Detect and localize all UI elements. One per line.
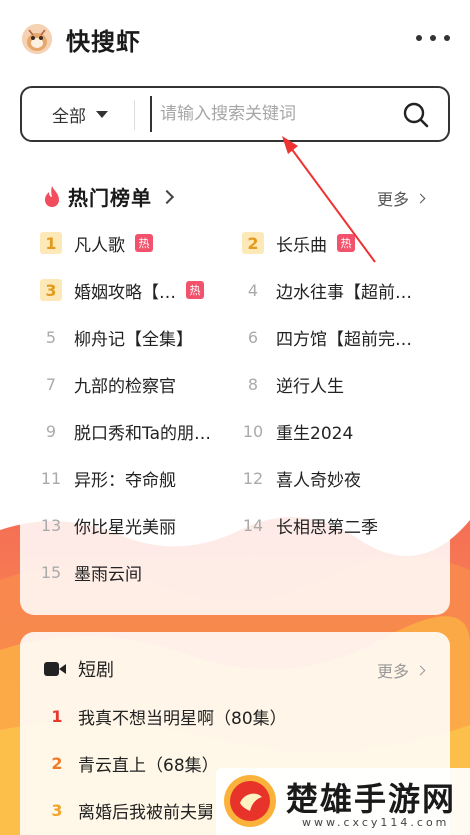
search-input[interactable] [150, 96, 390, 132]
rank-number: 7 [45, 374, 57, 394]
chevron-right-icon [415, 193, 426, 203]
short-drama-more-link[interactable]: 更多 [376, 658, 426, 682]
rank-number: 6 [247, 327, 259, 347]
watermark-url: www.cxcy114.com [302, 816, 450, 829]
short-drama-rank: 2 [51, 753, 63, 773]
site-watermark: 楚雄手游网 www.cxcy114.com [216, 768, 470, 835]
watermark-name: 楚雄手游网 [286, 780, 457, 818]
short-drama-name: 离婚后我被前夫舅 [78, 802, 214, 823]
hot-list-item[interactable]: 5 柳舟记【全集】 [40, 322, 193, 352]
hot-list-section: 热门榜单 更多 1 凡人歌热 2 长乐曲热 3 婚姻攻略【… 热 4 边水往事【超前… 5 柳舟记【… [20, 170, 450, 615]
hot-list-item[interactable]: 1 凡人歌热 [40, 228, 153, 258]
chevron-right-icon [415, 665, 426, 675]
rank-title: 墨雨云间 [74, 564, 142, 585]
hot-list-item[interactable]: 11 异形：夺命舰 [40, 463, 176, 493]
rank-title: 九部的检察官 [74, 376, 176, 397]
rank-number: 11 [40, 468, 62, 488]
hot-list-item[interactable]: 2 长乐曲热 [242, 228, 355, 258]
hot-list-header[interactable]: 热门榜单 [42, 182, 175, 211]
rank-number: 12 [242, 468, 264, 488]
more-label: 更多 [376, 190, 409, 209]
rank-number: 10 [242, 421, 264, 441]
rank-number: 1 [40, 232, 62, 254]
short-drama-item[interactable]: 3 离婚后我被前夫舅 [48, 796, 214, 824]
video-camera-icon [44, 662, 66, 676]
rank-number: 15 [40, 562, 62, 582]
app-title: 快搜虾 [66, 28, 141, 56]
hot-list-item[interactable]: 13 你比星光美丽 [40, 510, 176, 540]
short-drama-rank: 1 [51, 706, 63, 726]
hot-badge: 热 [337, 234, 355, 252]
rank-title: 长乐曲 [276, 235, 327, 256]
hot-list-item[interactable]: 15 墨雨云间 [40, 557, 142, 587]
hot-list-item[interactable]: 4 边水往事【超前… [242, 275, 412, 305]
watermark-logo-icon [224, 775, 276, 827]
hot-badge: 热 [135, 234, 153, 252]
chevron-right-icon [159, 189, 175, 204]
search-scope-dropdown[interactable]: 全部 [52, 88, 108, 140]
rank-title: 你比星光美丽 [74, 517, 176, 538]
search-icon[interactable] [402, 101, 430, 129]
app-header: 快搜虾 [0, 0, 470, 78]
rank-title: 长相思第二季 [276, 517, 378, 538]
short-drama-name: 我真不想当明星啊（80集） [78, 708, 287, 729]
rank-title: 婚姻攻略【… [74, 282, 176, 303]
rank-title: 凡人歌 [74, 235, 125, 256]
rank-number: 4 [247, 280, 259, 300]
rank-number: 5 [45, 327, 57, 347]
hot-list-item[interactable]: 10 重生2024 [242, 416, 353, 446]
hot-list-item[interactable]: 8 逆行人生 [242, 369, 344, 399]
short-drama-rank: 3 [51, 800, 63, 820]
rank-title: 异形：夺命舰 [74, 470, 176, 491]
more-dots-icon[interactable] [416, 28, 450, 48]
hot-badge: 热 [186, 281, 204, 299]
more-label: 更多 [376, 662, 409, 681]
caret-down-icon [96, 110, 108, 118]
rank-title: 四方馆【超前完… [276, 329, 412, 350]
hot-list-item[interactable]: 6 四方馆【超前完… [242, 322, 412, 352]
hot-list-more-link[interactable]: 更多 [376, 186, 426, 210]
rank-title: 喜人奇妙夜 [276, 470, 361, 491]
short-drama-title: 短剧 [78, 660, 114, 681]
hot-list-item[interactable]: 3 婚姻攻略【… 热 [40, 275, 204, 305]
rank-title: 柳舟记【全集】 [74, 329, 193, 350]
hot-list-item[interactable]: 7 九部的检察官 [40, 369, 176, 399]
rank-number: 2 [242, 232, 264, 254]
short-drama-header: 短剧 [44, 656, 114, 682]
rank-title: 边水往事【超前… [276, 282, 412, 303]
rank-number: 9 [45, 421, 57, 441]
rank-number: 13 [40, 515, 62, 535]
search-scope-label: 全部 [52, 106, 86, 127]
short-drama-item[interactable]: 2 青云直上（68集） [48, 749, 219, 777]
hot-list-item[interactable]: 9 脱口秀和Ta的朋… [40, 416, 211, 446]
app-logo-icon [22, 24, 52, 54]
rank-title: 脱口秀和Ta的朋… [74, 423, 211, 444]
search-bar: 全部 [20, 86, 450, 142]
hot-list-title: 热门榜单 [68, 186, 152, 210]
hot-list-item[interactable]: 14 长相思第二季 [242, 510, 378, 540]
short-drama-name: 青云直上（68集） [78, 755, 219, 776]
rank-number: 3 [40, 279, 62, 301]
hot-list-item[interactable]: 12 喜人奇妙夜 [242, 463, 361, 493]
rank-number: 14 [242, 515, 264, 535]
fire-icon [45, 185, 59, 207]
rank-title: 逆行人生 [276, 376, 344, 397]
rank-title: 重生2024 [276, 423, 354, 444]
short-drama-item[interactable]: 1 我真不想当明星啊（80集） [48, 702, 287, 730]
search-divider [134, 100, 135, 130]
rank-number: 8 [247, 374, 259, 394]
